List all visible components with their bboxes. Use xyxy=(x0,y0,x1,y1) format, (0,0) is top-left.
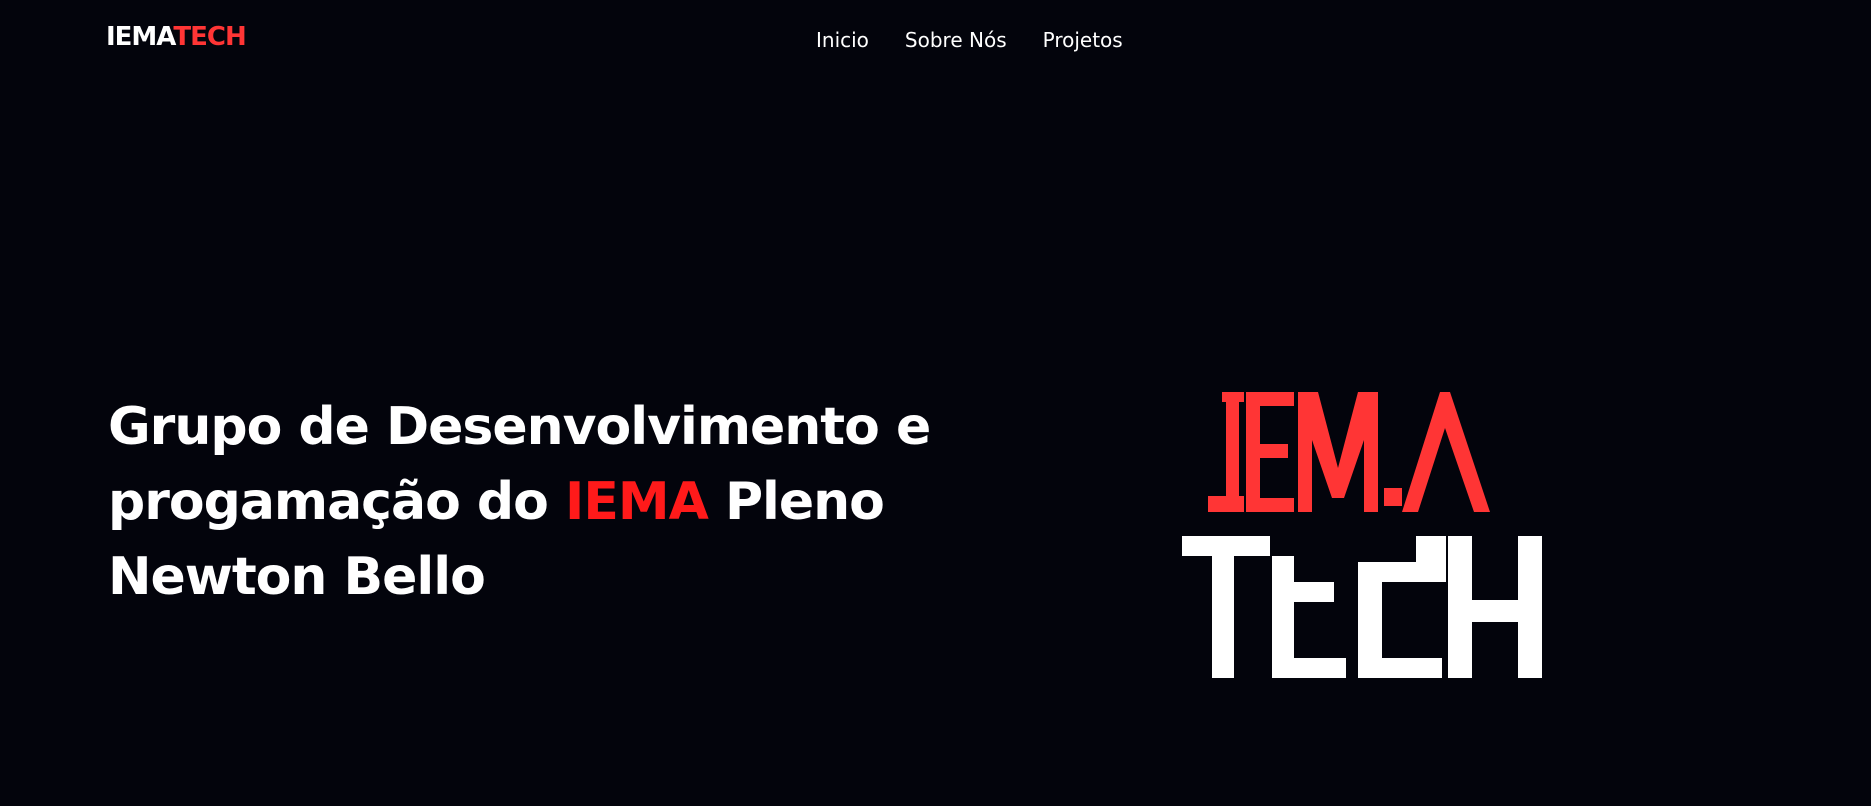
brand-logo-part1: IEMA xyxy=(106,22,174,52)
hero-title-line1: Grupo de Desenvolvimento e xyxy=(108,397,931,457)
nav-link-projetos[interactable]: Projetos xyxy=(1043,26,1123,54)
nav-link-sobre-nos[interactable]: Sobre Nós xyxy=(905,26,1007,54)
hero-title-line3: Newton Bello xyxy=(108,547,486,607)
nav-link-inicio[interactable]: Inicio xyxy=(816,26,869,54)
hero-title-line2-before: progamação do xyxy=(108,472,565,532)
hero-title-line2-after: Pleno xyxy=(707,472,885,532)
hero-title-accent: IEMA xyxy=(564,472,709,532)
page: IEMATECH Inicio Sobre Nós Projetos Grupo… xyxy=(0,0,1871,806)
hero-logo-tech xyxy=(1182,536,1542,678)
hero-title: Grupo de Desenvolvimento e progamação do… xyxy=(108,390,1028,615)
main-nav: Inicio Sobre Nós Projetos xyxy=(816,26,1123,54)
brand-logo-part2: TECH xyxy=(173,22,246,52)
hero-logo-graphic xyxy=(1182,392,1542,678)
hero-logo xyxy=(1180,388,1590,688)
hero-logo-iema xyxy=(1208,392,1490,512)
brand-logo-link[interactable]: IEMATECH xyxy=(106,22,247,52)
site-header: IEMATECH Inicio Sobre Nós Projetos xyxy=(0,0,1871,80)
